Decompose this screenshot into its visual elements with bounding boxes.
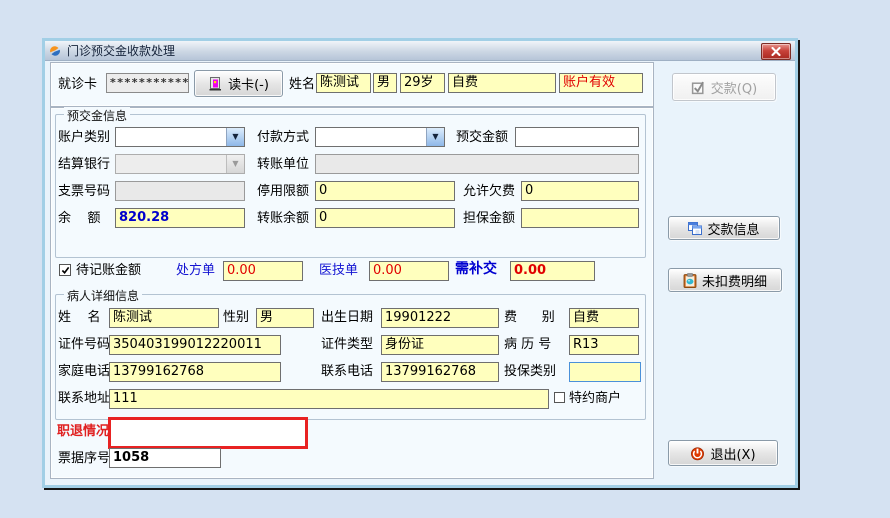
home-phone-label: 家庭电话 <box>58 364 111 379</box>
id-type-field[interactable]: 身份证 <box>381 335 499 355</box>
patient-name-detail-field[interactable]: 陈测试 <box>109 308 219 328</box>
transfer-balance-field: 0 <box>315 208 455 228</box>
mrn-label: 病 历 号 <box>504 337 552 352</box>
transfer-unit-field <box>315 154 639 174</box>
home-phone-field[interactable]: 13799162768 <box>109 362 281 382</box>
cheque-number-field <box>115 181 245 201</box>
pay-method-label: 付款方式 <box>257 130 310 145</box>
contact-phone-field[interactable]: 13799162768 <box>381 362 499 382</box>
card-reader-icon <box>208 76 223 91</box>
patient-fee-label: 费 别 <box>504 310 555 325</box>
chevron-down-icon[interactable]: ▼ <box>426 128 444 146</box>
age-field[interactable]: 29岁 <box>400 73 445 93</box>
chevron-down-icon: ▼ <box>226 155 244 173</box>
card-number-field[interactable]: *********** <box>106 73 189 93</box>
bank-label: 结算银行 <box>58 157 111 172</box>
medtech-field: 0.00 <box>369 261 449 281</box>
pay-button[interactable]: 交款(Q) <box>672 73 776 101</box>
patient-gender-label: 性别 <box>223 310 250 325</box>
prepay-group-title: 预交金信息 <box>64 107 131 124</box>
account-type-combobox[interactable]: 门诊预交金 ▼ <box>115 127 245 147</box>
prepay-amount-label: 预交金额 <box>456 130 509 145</box>
retire-status-field[interactable] <box>111 420 305 446</box>
medtech-label: 医技单 <box>319 263 359 278</box>
receipt-number-field[interactable]: 1058 <box>109 448 221 468</box>
patient-gender-field[interactable]: 男 <box>256 308 314 328</box>
pending-amount-checkbox[interactable] <box>59 264 71 276</box>
card-row-panel: 就诊卡 *********** 读卡(-) 姓名 陈测试 男 29岁 自费 账户… <box>50 62 654 107</box>
prescription-label: 处方单 <box>176 263 216 278</box>
receipt-number-label: 票据序号 <box>58 451 111 466</box>
retire-status-label: 职退情况 <box>57 424 110 439</box>
due-label: 需补交 <box>455 261 497 277</box>
birth-date-label: 出生日期 <box>321 310 374 325</box>
exit-button-label: 退出(X) <box>710 447 756 463</box>
gender-field[interactable]: 男 <box>373 73 397 93</box>
window-title: 门诊预交金收款处理 <box>67 44 176 58</box>
fee-type-field[interactable]: 自费 <box>448 73 556 93</box>
undeducted-detail-button[interactable]: 未扣费明细 <box>668 268 782 292</box>
close-button[interactable] <box>761 43 791 60</box>
chevron-down-icon[interactable]: ▼ <box>226 128 244 146</box>
mrn-field[interactable]: R13 <box>569 335 639 355</box>
prepay-amount-field[interactable] <box>515 127 639 147</box>
id-number-field[interactable]: 350403199012220011 <box>109 335 281 355</box>
cheque-number-label: 支票号码 <box>58 184 111 199</box>
account-status-field: 账户有效 <box>559 73 643 93</box>
stop-limit-label: 停用限额 <box>257 184 310 199</box>
clipboard-icon <box>683 272 697 288</box>
contact-phone-label: 联系电话 <box>321 364 374 379</box>
id-type-label: 证件类型 <box>321 337 374 352</box>
pay-method-combobox[interactable]: 现金 ▼ <box>315 127 445 147</box>
transfer-unit-label: 转账单位 <box>257 157 310 172</box>
pay-info-button-label: 交款信息 <box>707 222 760 238</box>
transfer-balance-label: 转账余额 <box>257 211 310 226</box>
patient-group-title: 病人详细信息 <box>64 287 143 304</box>
power-icon <box>690 446 705 461</box>
read-card-label: 读卡(-) <box>228 78 269 93</box>
address-field[interactable]: 111 <box>109 389 549 409</box>
due-field: 0.00 <box>510 261 595 281</box>
patient-fee-field[interactable]: 自费 <box>569 308 639 328</box>
guarantee-field[interactable] <box>521 208 639 228</box>
bank-combobox: ▼ <box>115 154 245 174</box>
balance-field: 820.28 <box>115 208 245 228</box>
prescription-field: 0.00 <box>223 261 303 281</box>
card-label: 就诊卡 <box>58 77 98 92</box>
birth-date-field[interactable]: 19901222 <box>381 308 499 328</box>
address-label: 联系地址 <box>58 391 111 406</box>
app-icon <box>48 44 62 58</box>
id-number-label: 证件号码 <box>58 337 111 352</box>
special-merchant-checkbox[interactable] <box>554 392 565 403</box>
exit-button[interactable]: 退出(X) <box>668 440 778 466</box>
allow-arrears-field[interactable]: 0 <box>521 181 639 201</box>
close-icon <box>771 47 781 56</box>
name-label: 姓名 <box>289 77 316 92</box>
checked-box-icon <box>691 80 706 95</box>
read-card-button[interactable]: 读卡(-) <box>194 70 283 97</box>
pay-button-label: 交款(Q) <box>710 81 758 97</box>
pay-info-button[interactable]: 交款信息 <box>668 216 780 240</box>
table-grid-icon <box>688 221 703 235</box>
dialog-window: 门诊预交金收款处理 就诊卡 *********** 读卡(-) 姓名 陈测试 男… <box>42 38 798 488</box>
insurance-type-label: 投保类别 <box>504 364 557 379</box>
balance-label: 余 额 <box>58 211 101 226</box>
title-bar[interactable]: 门诊预交金收款处理 <box>45 41 795 61</box>
allow-arrears-label: 允许欠费 <box>463 184 516 199</box>
stop-limit-field[interactable]: 0 <box>315 181 455 201</box>
guarantee-label: 担保金额 <box>463 211 516 226</box>
special-merchant-label: 特约商户 <box>569 391 622 406</box>
retire-status-highlight <box>108 417 308 449</box>
undeducted-detail-button-label: 未扣费明细 <box>701 274 767 290</box>
main-form-panel: 预交金信息 账户类别 门诊预交金 ▼ 付款方式 现金 ▼ 预交金额 结算银行 ▼… <box>50 107 654 479</box>
patient-name-label: 姓 名 <box>58 310 101 325</box>
patient-name-field[interactable]: 陈测试 <box>316 73 371 93</box>
check-icon <box>61 266 69 274</box>
account-type-label: 账户类别 <box>58 130 111 145</box>
insurance-type-field[interactable]: (自费)自费 <box>569 362 641 382</box>
pending-amount-label: 待记账金额 <box>76 263 142 278</box>
